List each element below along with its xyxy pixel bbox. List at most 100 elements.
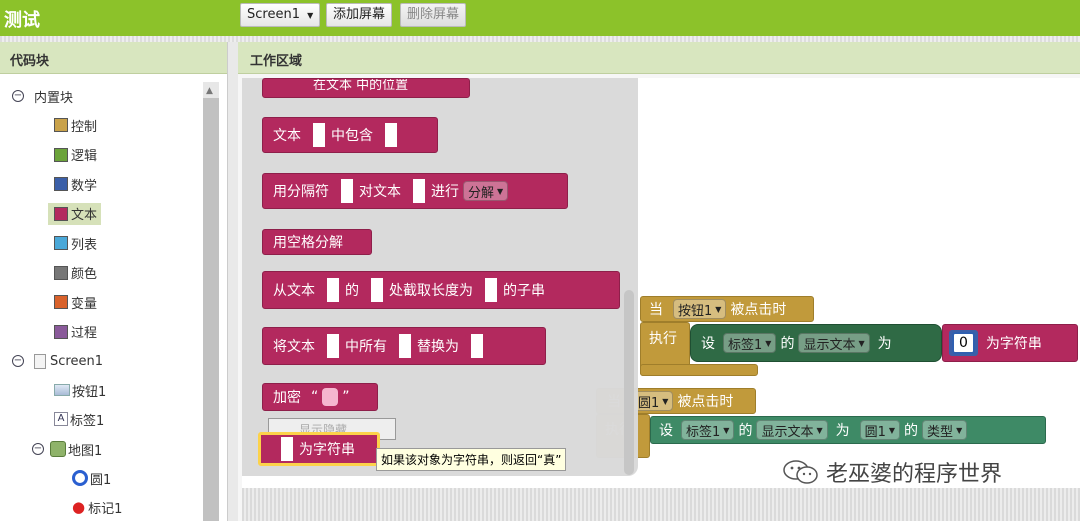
category-item[interactable]: 颜色 bbox=[48, 262, 101, 284]
event1-event: 被点击时 bbox=[730, 302, 787, 318]
category-label: 文本 bbox=[71, 208, 98, 223]
tree-map1[interactable]: − 地图1 bbox=[32, 438, 102, 460]
scroll-up-icon[interactable]: ▲ bbox=[206, 86, 213, 96]
event2-component-dropdown[interactable]: 圆1 ▼ bbox=[633, 391, 674, 411]
event1-set: 设 bbox=[701, 336, 715, 352]
block-text-index-partial[interactable]: 在文本 中的位置 bbox=[262, 78, 470, 98]
category-label: 过程 bbox=[71, 326, 98, 341]
block-contains-b: 中包含 bbox=[331, 128, 373, 144]
value-socket[interactable] bbox=[393, 334, 411, 358]
chevron-down-icon: ▼ bbox=[816, 425, 823, 435]
event2-to: 为 bbox=[835, 423, 850, 439]
block-obfuscate-open-quote: “ bbox=[311, 389, 319, 405]
chevron-down-icon: ▼ bbox=[497, 186, 504, 196]
value-socket[interactable] bbox=[407, 179, 425, 203]
collapse-icon[interactable]: − bbox=[12, 90, 24, 102]
category-item[interactable]: 列表 bbox=[48, 232, 101, 254]
category-item[interactable]: 逻辑 bbox=[48, 144, 101, 166]
value-socket[interactable] bbox=[365, 278, 383, 302]
event2-target-dropdown[interactable]: 标签1 ▼ bbox=[681, 420, 735, 440]
math-number-block[interactable]: 0 bbox=[949, 330, 978, 356]
tree-marker1[interactable]: ● 标记1 bbox=[72, 496, 122, 518]
block-is-string[interactable]: 为字符串 bbox=[258, 432, 380, 466]
block-text-substring[interactable]: 从文本 的 处截取长度为 的子串 bbox=[262, 271, 620, 309]
block-text-index-label: 在文本 中的位置 bbox=[313, 78, 409, 93]
block-is-string-label: 为字符串 bbox=[299, 442, 355, 458]
event1-set-block[interactable]: 设 标签1 ▼ 的 显示文本 ▼ 为 bbox=[690, 324, 942, 362]
split-mode-label: 分解 bbox=[468, 185, 495, 201]
category-swatch-icon bbox=[54, 118, 68, 132]
category-item[interactable]: 数学 bbox=[48, 173, 101, 195]
split-mode-dropdown[interactable]: 分解 ▼ bbox=[463, 181, 509, 201]
category-swatch-icon bbox=[54, 206, 68, 221]
event1-property-dropdown[interactable]: 显示文本 ▼ bbox=[798, 333, 870, 353]
collapse-icon[interactable]: − bbox=[12, 355, 24, 367]
block-text-obfuscate[interactable]: 加密 “ ” bbox=[262, 383, 378, 411]
category-item[interactable]: 控制 bbox=[48, 114, 101, 136]
block-text-split[interactable]: 用分隔符 对文本 进行 分解 ▼ bbox=[262, 173, 568, 209]
tree-label1[interactable]: A 标签1 bbox=[54, 408, 104, 430]
remove-screen-button[interactable]: 删除屏幕 bbox=[400, 3, 467, 27]
chevron-down-icon: ▼ bbox=[715, 304, 722, 314]
chevron-down-icon: ▼ bbox=[956, 425, 963, 435]
event2-prop2-dropdown[interactable]: 类型 ▼ bbox=[922, 420, 968, 440]
event2-property-label: 显示文本 bbox=[761, 424, 814, 440]
event1-target-label: 标签1 bbox=[728, 337, 763, 353]
tree-map1-label: 地图1 bbox=[68, 443, 103, 459]
watermark: 老巫婆的程序世界 bbox=[782, 456, 1002, 488]
flyout-scrollbar[interactable] bbox=[624, 290, 634, 475]
event1-component-dropdown[interactable]: 按钮1 ▼ bbox=[673, 299, 727, 319]
block-text-split-spaces[interactable]: 用空格分解 bbox=[262, 229, 372, 255]
tree-circle1[interactable]: 圆1 bbox=[72, 467, 111, 489]
block-text-replace-all[interactable]: 将文本 中所有 替换为 bbox=[262, 327, 546, 365]
value-socket[interactable] bbox=[275, 437, 293, 461]
event2-obj-label: 圆1 bbox=[864, 424, 886, 440]
workspace-canvas-footer bbox=[242, 488, 1080, 521]
value-socket[interactable] bbox=[321, 278, 339, 302]
blocks-scrollbar-thumb[interactable] bbox=[203, 98, 219, 521]
blocks-panel-title: 代码块 bbox=[0, 42, 227, 74]
chevron-down-icon: ▼ bbox=[723, 425, 730, 435]
tree-builtin[interactable]: − 内置块 bbox=[12, 85, 73, 107]
wechat-icon bbox=[783, 460, 818, 484]
event1-do: 执行 bbox=[649, 331, 677, 347]
category-label: 颜色 bbox=[71, 267, 98, 282]
block-obfuscate-label: 加密 bbox=[273, 390, 301, 406]
event1-target-dropdown[interactable]: 标签1 ▼ bbox=[723, 333, 777, 353]
value-socket[interactable] bbox=[307, 123, 325, 147]
workspace-title: 工作区域 bbox=[238, 42, 1080, 74]
block-replace-a: 将文本 bbox=[273, 339, 315, 355]
value-socket[interactable] bbox=[321, 334, 339, 358]
category-item[interactable]: 过程 bbox=[48, 321, 101, 343]
block-text-contains[interactable]: 文本 中包含 bbox=[262, 117, 438, 153]
value-socket[interactable] bbox=[465, 334, 483, 358]
block-tooltip: 如果该对象为字符串，则返回“真” bbox=[376, 448, 567, 471]
value-socket[interactable] bbox=[335, 179, 353, 203]
event2-obj-dropdown[interactable]: 圆1 ▼ bbox=[859, 420, 901, 440]
tree-button1[interactable]: 按钮1 bbox=[54, 379, 106, 401]
text-input-icon[interactable] bbox=[322, 388, 339, 406]
block-split-c: 进行 bbox=[431, 184, 459, 200]
top-bar bbox=[0, 0, 1080, 36]
tree-builtin-label: 内置块 bbox=[34, 90, 74, 106]
event-button1-clicked[interactable]: 当 按钮1 ▼ 被点击时 bbox=[640, 296, 814, 322]
category-item[interactable]: 变量 bbox=[48, 291, 101, 313]
block-replace-c: 替换为 bbox=[417, 339, 459, 355]
event2-set-block[interactable]: 设 标签1 ▼ 的 显示文本 ▼ 为 圆1 ▼ 的 类型 ▼ bbox=[650, 416, 1046, 444]
button-icon bbox=[54, 384, 70, 396]
event2-property-dropdown[interactable]: 显示文本 ▼ bbox=[756, 420, 828, 440]
value-socket[interactable] bbox=[379, 123, 397, 147]
number-input[interactable]: 0 bbox=[952, 332, 975, 354]
collapse-icon[interactable]: − bbox=[32, 443, 44, 455]
event1-is-string-block[interactable]: 0 为字符串 bbox=[942, 324, 1078, 362]
value-socket[interactable] bbox=[479, 278, 497, 302]
screen-select-dropdown[interactable]: Screen1 ▼ bbox=[240, 3, 321, 27]
event1-component-label: 按钮1 bbox=[678, 303, 713, 319]
event1-to: 为 bbox=[877, 336, 892, 352]
add-screen-button[interactable]: 添加屏幕 bbox=[326, 3, 393, 27]
category-item[interactable]: 文本 bbox=[48, 202, 102, 225]
marker-icon: ● bbox=[72, 498, 86, 516]
block-split-b: 对文本 bbox=[359, 184, 401, 200]
category-swatch-icon bbox=[54, 236, 68, 250]
tree-screen1[interactable]: − Screen1 bbox=[12, 350, 103, 372]
